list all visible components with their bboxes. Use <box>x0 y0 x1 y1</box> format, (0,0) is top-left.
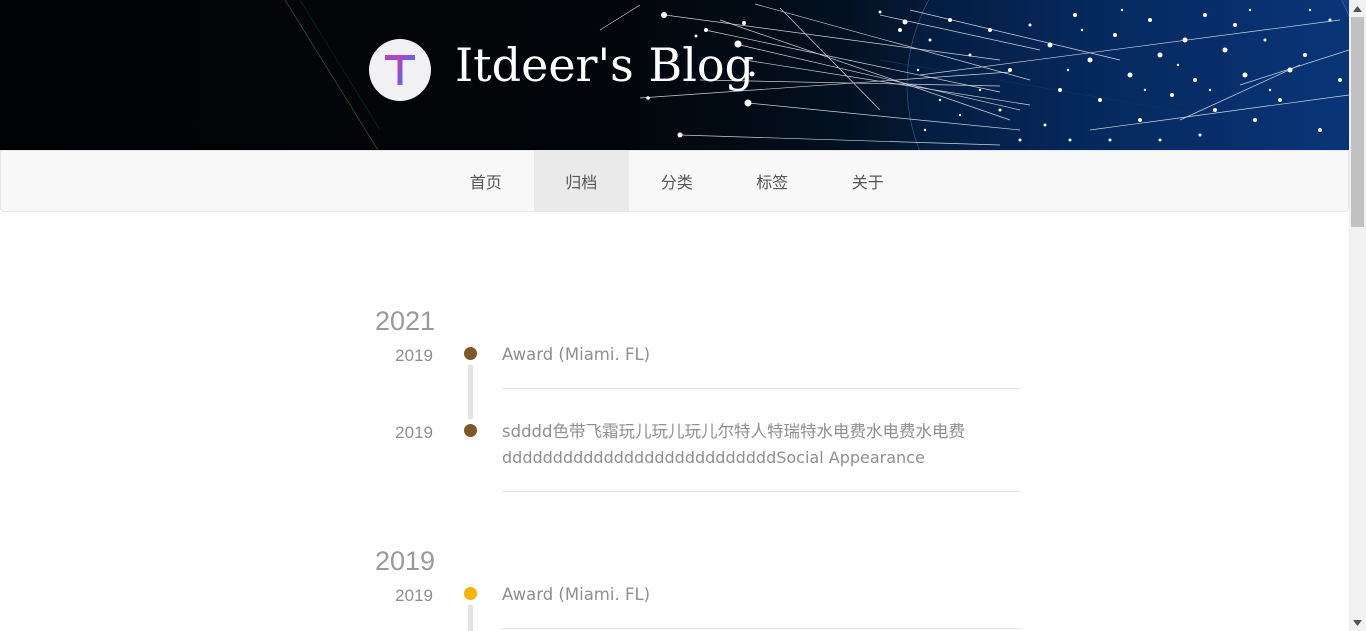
timeline-dot <box>464 347 477 360</box>
nav-item-archive[interactable]: 归档 <box>533 151 629 211</box>
page: Itdeer's Blog 首页 归档 分类 标签 关于 2021 2019 A… <box>0 0 1349 631</box>
post-divider <box>502 491 1020 492</box>
avatar-letter-icon <box>385 55 415 85</box>
timeline-dot <box>464 424 477 437</box>
timeline-line <box>468 605 473 631</box>
nav-item-about[interactable]: 关于 <box>820 151 916 211</box>
post-title-link[interactable]: Award (Miami. FL) <box>502 342 1020 368</box>
nav-menu: 首页 归档 分类 标签 关于 <box>438 151 916 211</box>
post-divider <box>502 388 1020 389</box>
avatar[interactable] <box>369 39 431 101</box>
timeline-line <box>468 365 473 419</box>
archive-year-heading: 2019 <box>375 546 436 576</box>
timeline-dot <box>464 587 477 600</box>
post-divider <box>502 628 1020 629</box>
post-title-link[interactable]: Award (Miami. FL) <box>502 582 1020 608</box>
nav-item-home[interactable]: 首页 <box>438 151 534 211</box>
navbar: 首页 归档 分类 标签 关于 <box>0 150 1349 212</box>
post-title-line: dddddddddddddddddddddddddddSocial Appear… <box>502 448 925 467</box>
page-scrollbar[interactable] <box>1349 0 1366 631</box>
site-title[interactable]: Itdeer's Blog <box>455 38 754 92</box>
scroll-down-arrow-icon[interactable] <box>1349 614 1366 631</box>
post-title-link[interactable]: sdddd色带飞霜玩儿玩儿玩儿尔特人特瑞特水电费水电费水电费 ddddddddd… <box>502 419 1020 471</box>
post-date: 2019 <box>395 586 433 605</box>
post-title-line: sdddd色带飞霜玩儿玩儿玩儿尔特人特瑞特水电费水电费水电费 <box>502 422 965 441</box>
scrollbar-thumb[interactable] <box>1351 17 1364 227</box>
nav-item-categories[interactable]: 分类 <box>629 151 725 211</box>
header-banner: Itdeer's Blog <box>0 0 1349 150</box>
scroll-up-arrow-icon[interactable] <box>1349 0 1366 17</box>
post-date: 2019 <box>395 346 433 365</box>
archive-year-heading: 2021 <box>375 306 436 336</box>
nav-item-tags[interactable]: 标签 <box>725 151 821 211</box>
post-date: 2019 <box>395 423 433 442</box>
